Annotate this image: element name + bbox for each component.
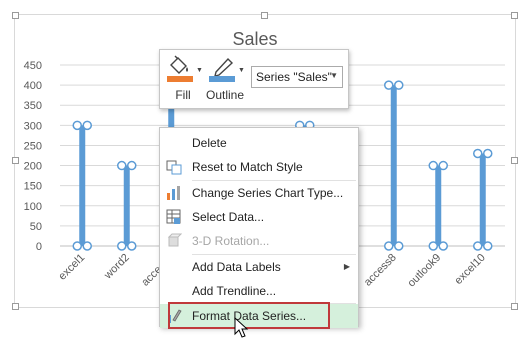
menu-item-select-data[interactable]: Select Data... (160, 205, 358, 229)
selection-marker[interactable] (428, 241, 438, 251)
bar-access8[interactable] (390, 85, 397, 246)
menu-item-label: Delete (192, 136, 227, 150)
chart-type-icon (167, 186, 180, 200)
x-tick-label: word2 (101, 252, 131, 282)
selection-marker[interactable] (384, 80, 394, 90)
outline-label: Outline (206, 88, 245, 102)
reset-style-icon (166, 160, 182, 175)
fill-color-swatch (167, 76, 193, 82)
y-tick-label: 450 (24, 60, 42, 72)
bar-outlook9[interactable] (435, 165, 442, 246)
bar-excel1[interactable] (79, 125, 86, 246)
selection-marker[interactable] (483, 241, 493, 251)
rotation-3d-icon (167, 233, 182, 247)
context-menu: Delete Reset to Match Style Change Serie… (159, 127, 359, 328)
resize-handle[interactable] (12, 303, 19, 310)
menu-item-3d-rotation[interactable]: 3-D Rotation... (160, 229, 358, 253)
y-tick-label: 50 (30, 221, 42, 233)
x-tick-label: access8 (362, 252, 399, 289)
resize-handle[interactable] (511, 157, 518, 164)
x-tick-label: excel1 (56, 252, 87, 283)
chevron-down-icon[interactable]: ▼ (238, 67, 245, 74)
menu-item-delete[interactable]: Delete (160, 131, 358, 155)
selection-marker[interactable] (428, 160, 438, 171)
chart-title: Sales (232, 29, 277, 49)
selection-marker[interactable] (473, 241, 483, 251)
selection-marker[interactable] (394, 241, 404, 251)
y-tick-label: 400 (24, 80, 42, 92)
menu-item-label: 3-D Rotation... (192, 234, 270, 248)
menu-item-change-chart-type[interactable]: Change Series Chart Type... (160, 181, 358, 205)
chevron-down-icon[interactable]: ▼ (196, 67, 203, 74)
menu-item-label: Select Data... (192, 210, 265, 224)
resize-handle[interactable] (261, 12, 268, 19)
outline-button[interactable]: ▼ Outline (206, 52, 245, 106)
selection-marker[interactable] (117, 241, 127, 251)
y-tick-label: 150 (24, 181, 42, 193)
fill-label: Fill (175, 88, 191, 102)
selection-marker[interactable] (82, 120, 92, 131)
select-data-icon (166, 209, 181, 224)
menu-item-label: Add Data Labels (192, 260, 281, 274)
chevron-right-icon: ▶ (343, 262, 350, 271)
bar-word2[interactable] (123, 165, 130, 246)
selection-marker[interactable] (72, 241, 82, 251)
menu-item-label: Add Trendline... (192, 284, 277, 298)
y-tick-label: 0 (36, 241, 42, 253)
pen-icon (209, 57, 235, 82)
selection-marker[interactable] (127, 241, 137, 251)
mouse-pointer-icon (234, 317, 249, 338)
fill-button[interactable]: ▼ Fill (164, 52, 203, 106)
chevron-down-icon[interactable]: ▼ (330, 71, 338, 80)
menu-item-label: Reset to Match Style (192, 160, 303, 174)
resize-handle[interactable] (511, 12, 518, 19)
y-tick-label: 200 (24, 161, 42, 173)
menu-item-label: Change Series Chart Type... (192, 186, 344, 200)
outline-color-swatch (209, 76, 235, 82)
series-select[interactable]: Series "Sales" ▼ (251, 66, 343, 88)
bar-excel10[interactable] (479, 153, 486, 246)
selection-marker[interactable] (473, 148, 483, 159)
resize-handle[interactable] (511, 303, 518, 310)
selection-marker[interactable] (394, 80, 404, 90)
selection-marker[interactable] (127, 160, 137, 171)
mini-toolbar: ▼ Fill ▼ Outline Series "Sales" ▼ (159, 49, 349, 109)
selection-marker[interactable] (483, 148, 493, 159)
selection-marker[interactable] (117, 160, 127, 171)
selection-marker[interactable] (72, 120, 82, 131)
resize-handle[interactable] (12, 12, 19, 19)
menu-item-reset-style[interactable]: Reset to Match Style (160, 155, 358, 179)
y-tick-label: 100 (24, 201, 42, 213)
resize-handle[interactable] (12, 157, 19, 164)
menu-item-add-trendline[interactable]: Add Trendline... (160, 279, 358, 303)
menu-item-add-data-labels[interactable]: Add Data Labels ▶ (160, 255, 358, 279)
y-tick-label: 250 (24, 140, 42, 152)
selection-marker[interactable] (384, 241, 394, 251)
paint-bucket-icon (167, 55, 193, 82)
x-tick-label: outlook9 (405, 252, 443, 290)
selection-marker[interactable] (438, 160, 448, 171)
y-tick-label: 350 (24, 100, 42, 112)
selection-marker[interactable] (438, 241, 448, 251)
y-tick-label: 300 (24, 120, 42, 132)
y-axis-ticks: 0 50 100 150 200 250 300 350 400 450 (24, 60, 42, 253)
x-tick-label: excel10 (453, 252, 488, 287)
selection-marker[interactable] (82, 241, 92, 251)
series-select-value: Series "Sales" (256, 70, 332, 84)
